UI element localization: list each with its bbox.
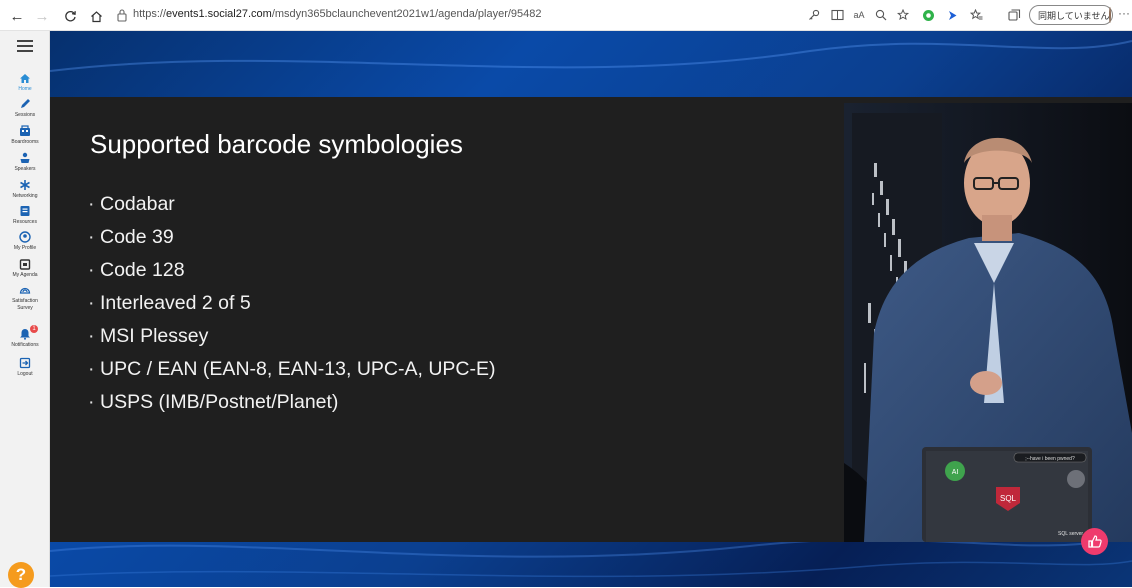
event-stage: Supported barcode symbologies · Codabar ·… — [50, 31, 1132, 587]
survey-icon — [18, 283, 32, 297]
sidebar-item-label: Speakers — [14, 166, 36, 172]
app-sidebar: Home Sessions Boardrooms Speakers Networ… — [0, 31, 50, 588]
bullet-text: Code 39 — [100, 226, 174, 248]
sidebar-item-label: Notifications — [11, 342, 39, 348]
sidebar-item-label: My Agenda — [12, 272, 38, 278]
collections-icon[interactable] — [1006, 7, 1022, 23]
like-button[interactable] — [1081, 528, 1108, 555]
bullet-symbol: · — [88, 391, 95, 413]
sidebar-item-label: Boardrooms — [11, 139, 39, 145]
boardroom-icon — [18, 124, 32, 138]
forward-icon[interactable]: → — [32, 6, 52, 26]
url-prefix: https:// — [133, 8, 167, 20]
sidebar-item-home[interactable]: Home — [0, 71, 50, 92]
favorites-icon[interactable] — [968, 7, 984, 23]
laptop-sticker-pwned: ;--have i been pwned? — [1025, 456, 1075, 462]
sidebar-item-label-line2: Survey — [17, 305, 33, 311]
sidebar-item-my-agenda[interactable]: My Agenda — [0, 257, 50, 278]
help-button[interactable]: ? — [8, 562, 34, 588]
list-item: · UPC / EAN (EAN-8, EAN-13, UPC-A, UPC-E) — [88, 353, 495, 386]
list-item: · Code 39 — [88, 221, 495, 254]
lock-icon[interactable] — [116, 8, 128, 22]
bullet-symbol: · — [88, 325, 95, 347]
sidebar-item-label: Home — [18, 86, 32, 92]
home-icon[interactable] — [86, 6, 106, 26]
laptop-sticker-text: SQL — [1000, 494, 1017, 503]
bullet-symbol: · — [88, 193, 95, 215]
bullet-text: Codabar — [100, 193, 175, 215]
bullet-text: UPC / EAN (EAN-8, EAN-13, UPC-A, UPC-E) — [100, 358, 496, 380]
sidebar-item-speakers[interactable]: Speakers — [0, 151, 50, 172]
add-favorite-icon[interactable] — [895, 7, 911, 23]
agenda-icon — [18, 257, 32, 271]
refresh-icon[interactable] — [60, 6, 80, 26]
bullet-symbol: · — [88, 259, 95, 281]
sidebar-item-label: Resources — [13, 219, 37, 225]
notification-badge: 1 — [30, 325, 38, 333]
back-icon[interactable]: ← — [7, 6, 27, 26]
key-icon[interactable] — [806, 7, 822, 23]
slide-title: Supported barcode symbologies — [90, 129, 463, 159]
resources-icon — [18, 204, 32, 218]
bullet-symbol: · — [88, 358, 95, 380]
bullet-text: Interleaved 2 of 5 — [100, 292, 251, 314]
sidebar-item-label: Logout — [17, 371, 33, 377]
sidebar-item-resources[interactable]: Resources — [0, 204, 50, 225]
video-player[interactable]: Supported barcode symbologies · Codabar ·… — [50, 97, 1132, 542]
list-item: · MSI Plessey — [88, 320, 495, 353]
browser-toolbar: ← → https://events1.social27.com/msdyn36… — [0, 0, 1132, 31]
sidebar-item-logout[interactable]: Logout — [0, 356, 50, 377]
profile-icon — [18, 230, 32, 244]
list-item: · Codabar — [88, 188, 495, 221]
reading-view-icon[interactable] — [829, 7, 845, 23]
list-item: · Interleaved 2 of 5 — [88, 287, 495, 320]
menu-icon[interactable] — [17, 40, 33, 52]
sidebar-item-sessions[interactable]: Sessions — [0, 97, 50, 118]
list-item: · Code 128 — [88, 254, 495, 287]
sidebar-item-label: My Profile — [13, 245, 37, 251]
speaker-icon — [18, 151, 32, 165]
bullet-text: Code 128 — [100, 259, 185, 281]
bullet-text: USPS (IMB/Postnet/Planet) — [100, 391, 339, 413]
laptop-sticker-ai: AI — [952, 469, 959, 476]
profile-status: 同期していません — [1038, 10, 1110, 21]
sidebar-item-label: Sessions — [14, 112, 36, 118]
sidebar-item-label: Satisfaction — [12, 298, 38, 304]
avatar — [1109, 7, 1112, 23]
bullet-symbol: · — [88, 226, 95, 248]
profile-sync-button[interactable]: 同期していません — [1029, 5, 1113, 25]
speaker-video-feed: SQL AI ;--have i been pwned? SQL server — [844, 103, 1132, 542]
url-host: events1.social27.com — [166, 8, 272, 20]
thumbs-up-icon — [1087, 535, 1102, 548]
slide-bullet-list: · Codabar · Code 39 · Code 128 · Interleaved… — [88, 188, 495, 419]
networking-icon — [18, 178, 32, 192]
sidebar-item-boardrooms[interactable]: Boardrooms — [0, 124, 50, 145]
logout-icon — [18, 356, 32, 370]
laptop-sticker-sqlserver: SQL server — [1058, 531, 1083, 537]
address-bar[interactable]: https://events1.social27.com/msdyn365bcl… — [133, 8, 542, 20]
read-aloud-icon[interactable]: aA — [851, 7, 867, 23]
bullet-symbol: · — [88, 292, 95, 314]
bullet-text: MSI Plessey — [100, 325, 209, 347]
settings-more-icon[interactable]: ··· — [1118, 6, 1130, 20]
home-icon — [18, 71, 32, 85]
sidebar-item-networking[interactable]: Networking — [0, 178, 50, 199]
sidebar-item-label: Networking — [12, 193, 38, 199]
extension-green-icon[interactable] — [920, 7, 936, 23]
pen-icon — [18, 97, 32, 111]
zoom-icon[interactable] — [873, 7, 889, 23]
url-path: /msdyn365bclaunchevent2021w1/agenda/play… — [271, 8, 542, 20]
sidebar-item-my-profile[interactable]: My Profile — [0, 230, 50, 251]
sidebar-item-notifications[interactable]: 1 Notifications — [0, 325, 50, 348]
extension-arrow-icon[interactable] — [944, 7, 960, 23]
sidebar-item-satisfaction-survey[interactable]: Satisfaction Survey — [0, 283, 50, 311]
list-item: · USPS (IMB/Postnet/Planet) — [88, 386, 495, 419]
